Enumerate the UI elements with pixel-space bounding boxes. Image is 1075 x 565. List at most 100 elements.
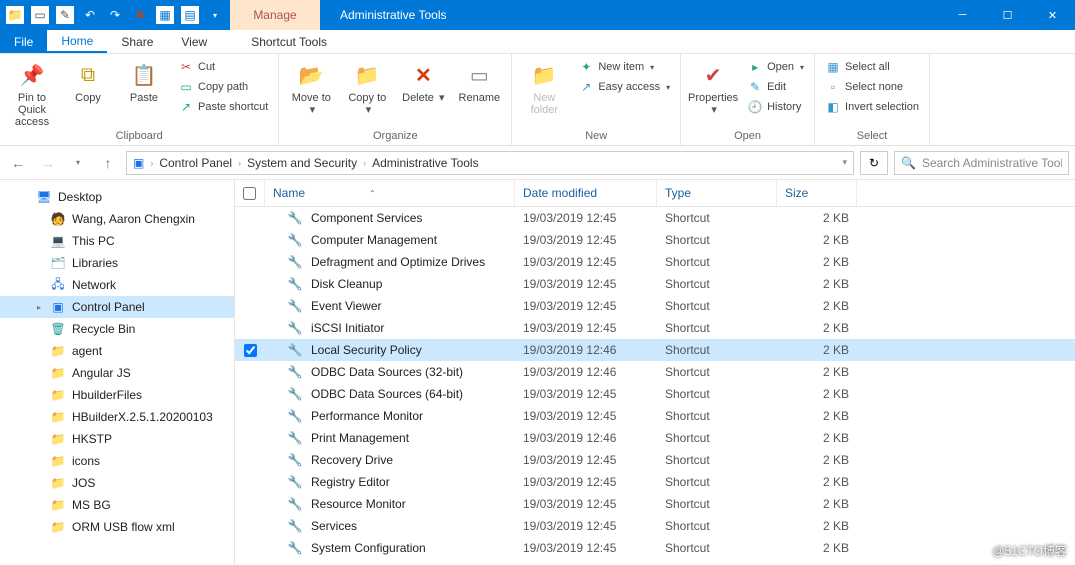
file-row[interactable]: 🔧Services19/03/2019 12:45Shortcut2 KB xyxy=(235,515,1075,537)
address-dropdown-icon[interactable]: ▾ xyxy=(842,157,847,168)
file-row[interactable]: 🔧Registry Editor19/03/2019 12:45Shortcut… xyxy=(235,471,1075,493)
sidebar-item[interactable]: 📁agent xyxy=(0,340,234,362)
file-row[interactable]: 🔧Computer Management19/03/2019 12:45Shor… xyxy=(235,229,1075,251)
qat-grid-icon[interactable]: ▤ xyxy=(181,6,199,24)
breadcrumb-seg-1[interactable]: Control Panel› xyxy=(159,156,241,170)
file-row[interactable]: 🔧Recovery Drive19/03/2019 12:45Shortcut2… xyxy=(235,449,1075,471)
pin-quick-access-button[interactable]: 📌Pin to Quick access xyxy=(6,56,58,128)
open-button[interactable]: ▸Open▾ xyxy=(743,58,808,76)
qat-undo-icon[interactable]: ↶ xyxy=(81,6,99,24)
file-row[interactable]: 🔧Performance Monitor19/03/2019 12:45Shor… xyxy=(235,405,1075,427)
file-row[interactable]: 🔧Local Security Policy19/03/2019 12:46Sh… xyxy=(235,339,1075,361)
file-row[interactable]: 🔧Print Management19/03/2019 12:46Shortcu… xyxy=(235,427,1075,449)
maximize-button[interactable]: ☐ xyxy=(985,0,1030,30)
file-list-pane[interactable]: Name⌃ Date modified Type Size 🔧 Component… xyxy=(235,180,1075,565)
file-date: 19/03/2019 12:46 xyxy=(515,340,657,360)
file-row[interactable]: 🔧Component Services19/03/2019 12:45Short… xyxy=(235,207,1075,229)
context-tab-manage[interactable]: Manage xyxy=(230,0,320,30)
file-name: Component Services xyxy=(311,211,422,225)
nav-forward-button[interactable]: → xyxy=(36,151,60,175)
file-type: Shortcut xyxy=(657,296,777,316)
copy-button[interactable]: ⧉Copy xyxy=(62,56,114,104)
copy-to-button[interactable]: 📁Copy to ▾ xyxy=(341,56,393,116)
file-row[interactable]: 🔧ODBC Data Sources (32-bit)19/03/2019 12… xyxy=(235,361,1075,383)
file-row[interactable]: 🔧System Configuration19/03/2019 12:45Sho… xyxy=(235,537,1075,559)
history-button[interactable]: 🕘History xyxy=(743,98,808,116)
col-checkbox[interactable] xyxy=(235,180,265,206)
sidebar-item[interactable]: 📁icons xyxy=(0,450,234,472)
expand-icon[interactable]: ▸ xyxy=(34,303,44,312)
sidebar-item[interactable]: 🖧Network xyxy=(0,274,234,296)
sidebar-item[interactable]: 🧑Wang, Aaron Chengxin xyxy=(0,208,234,230)
sidebar-item-label: This PC xyxy=(72,234,115,248)
row-checkbox[interactable] xyxy=(244,344,257,357)
qat-tiles-icon[interactable]: ▦ xyxy=(156,6,174,24)
edit-button[interactable]: ✎Edit xyxy=(743,78,808,96)
col-date[interactable]: Date modified xyxy=(515,180,657,206)
qat-redo-icon[interactable]: ↷ xyxy=(106,6,124,24)
sort-asc-icon: ⌃ xyxy=(369,189,376,198)
sidebar-item[interactable]: 📁JOS xyxy=(0,472,234,494)
select-all-button[interactable]: ▦Select all xyxy=(821,58,923,76)
new-folder-button[interactable]: 📁New folder xyxy=(518,56,570,116)
search-box[interactable]: 🔍 Search Administrative Tools xyxy=(894,151,1069,175)
file-row[interactable]: 🔧Event Viewer19/03/2019 12:45Shortcut2 K… xyxy=(235,295,1075,317)
sidebar-item[interactable]: 🗂Libraries xyxy=(0,252,234,274)
easy-access-button[interactable]: ↗Easy access▾ xyxy=(574,78,674,96)
chevron-down-icon: ▾ xyxy=(711,104,717,116)
select-none-button[interactable]: ▫Select none xyxy=(821,78,923,96)
sidebar-item[interactable]: 💻This PC xyxy=(0,230,234,252)
move-to-button[interactable]: 📂Move to ▾ xyxy=(285,56,337,116)
sidebar-item[interactable]: 📁Angular JS xyxy=(0,362,234,384)
tab-share[interactable]: Share xyxy=(107,30,167,53)
minimize-button[interactable]: ─ xyxy=(940,0,985,30)
col-type[interactable]: Type xyxy=(657,180,777,206)
shortcut-icon: 🔧 xyxy=(287,320,303,336)
breadcrumb-seg-2[interactable]: System and Security› xyxy=(247,156,366,170)
sidebar-item[interactable]: 📁MS BG xyxy=(0,494,234,516)
tab-file[interactable]: File xyxy=(0,30,47,53)
address-bar[interactable]: ▣ › Control Panel› System and Security› … xyxy=(126,151,854,175)
window-title: Administrative Tools xyxy=(320,0,467,30)
sidebar-item[interactable]: 🖥Desktop xyxy=(0,186,234,208)
file-type: Shortcut xyxy=(657,516,777,536)
qat-delete-icon[interactable]: ✕ xyxy=(131,6,149,24)
delete-button[interactable]: ✕Delete ▾ xyxy=(397,56,449,104)
sidebar-item[interactable]: ▸▣Control Panel xyxy=(0,296,234,318)
nav-back-button[interactable]: ← xyxy=(6,151,30,175)
nav-recent-dropdown[interactable]: ▾ xyxy=(66,151,90,175)
sidebar-item[interactable]: 📁ORM USB flow xml xyxy=(0,516,234,538)
col-size[interactable]: Size xyxy=(777,180,857,206)
qat-dropdown-icon[interactable]: ▾ xyxy=(206,6,224,24)
sidebar-tree[interactable]: 🖥Desktop🧑Wang, Aaron Chengxin💻This PC🗂Li… xyxy=(0,180,235,565)
sidebar-item[interactable]: 📁HKSTP xyxy=(0,428,234,450)
paste-button[interactable]: 📋Paste xyxy=(118,56,170,104)
refresh-button[interactable]: ↻ xyxy=(860,151,888,175)
shortcut-icon: 🔧 xyxy=(287,210,303,226)
breadcrumb-seg-3[interactable]: Administrative Tools xyxy=(372,156,479,170)
cut-button[interactable]: ✂Cut xyxy=(174,58,272,76)
file-row[interactable]: 🔧Defragment and Optimize Drives19/03/201… xyxy=(235,251,1075,273)
paste-shortcut-button[interactable]: ↗Paste shortcut xyxy=(174,98,272,116)
copy-path-button[interactable]: ▭Copy path xyxy=(174,78,272,96)
sidebar-item[interactable]: 📁HbuilderFiles xyxy=(0,384,234,406)
sidebar-item[interactable]: 📁HBuilderX.2.5.1.20200103 xyxy=(0,406,234,428)
invert-selection-button[interactable]: ◧Invert selection xyxy=(821,98,923,116)
new-item-button[interactable]: ✦New item▾ xyxy=(574,58,674,76)
qat-newfolder-icon[interactable]: ✎ xyxy=(56,6,74,24)
file-row[interactable]: 🔧ODBC Data Sources (64-bit)19/03/2019 12… xyxy=(235,383,1075,405)
sidebar-item[interactable]: 🗑Recycle Bin xyxy=(0,318,234,340)
tab-view[interactable]: View xyxy=(167,30,221,53)
col-name[interactable]: Name⌃ xyxy=(265,180,515,206)
file-row[interactable]: 🔧iSCSI Initiator19/03/2019 12:45Shortcut… xyxy=(235,317,1075,339)
tab-shortcut-tools[interactable]: Shortcut Tools xyxy=(237,30,341,53)
file-row[interactable]: 🔧Disk Cleanup19/03/2019 12:45Shortcut2 K… xyxy=(235,273,1075,295)
close-button[interactable]: ✕ xyxy=(1030,0,1075,30)
nav-up-button[interactable]: ↑ xyxy=(96,151,120,175)
file-row[interactable]: 🔧Resource Monitor19/03/2019 12:45Shortcu… xyxy=(235,493,1075,515)
titlebar: 📁 ▭ ✎ ↶ ↷ ✕ ▦ ▤ ▾ Manage Administrative … xyxy=(0,0,1075,30)
qat-properties-icon[interactable]: ▭ xyxy=(31,6,49,24)
properties-button[interactable]: ✔Properties ▾ xyxy=(687,56,739,116)
rename-button[interactable]: ▭Rename xyxy=(453,56,505,104)
tab-home[interactable]: Home xyxy=(47,30,107,53)
